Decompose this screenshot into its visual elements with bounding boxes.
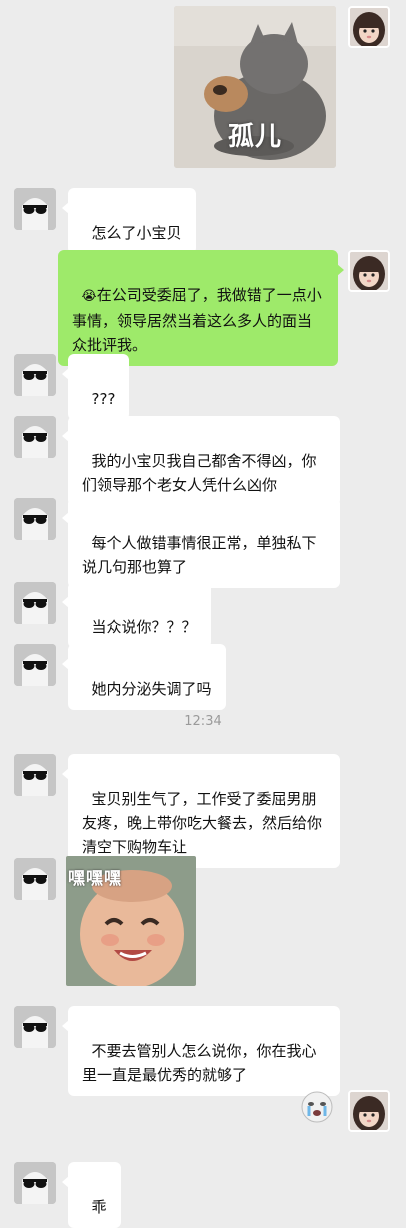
ghost-sunglasses-icon bbox=[14, 188, 56, 230]
ghost-sunglasses-icon bbox=[14, 354, 56, 396]
message-text: 在公司受委屈了，我做错了一点小事情，领导居然当着这么多人的面当众批评我。 bbox=[72, 286, 322, 354]
chat-timestamp: 12:34 bbox=[184, 714, 222, 729]
message-bubble[interactable]: 她内分泌失调了吗 bbox=[62, 644, 226, 710]
ghost-sunglasses-avatar[interactable] bbox=[14, 754, 56, 796]
message-bubble[interactable]: ??? bbox=[61, 354, 130, 420]
girl-avatar-icon bbox=[350, 252, 388, 290]
ghost-sunglasses-avatar[interactable] bbox=[14, 858, 56, 900]
message-text: 不要去管别人怎么说你，你在我心里一直是最优秀的就够了 bbox=[82, 1042, 317, 1084]
crying-face-sticker-icon bbox=[301, 1091, 333, 1123]
message-bubble[interactable]: 宝贝别生气了，工作受了委屈男朋友疼，晚上带你吃大餐去，然后给你清空下购物车让 bbox=[62, 754, 340, 868]
small-sticker-image[interactable] bbox=[300, 1090, 334, 1124]
ghost-sunglasses-icon bbox=[14, 644, 56, 686]
message-text: 我的小宝贝我自己都舍不得凶，你们领导那个老女人凭什么凶你 bbox=[82, 452, 317, 494]
message-text: 乖 bbox=[91, 1198, 107, 1216]
ghost-sunglasses-icon bbox=[14, 416, 56, 458]
message-bubble[interactable]: 当众说你？？？ bbox=[62, 582, 211, 648]
girl-avatar-icon bbox=[350, 1092, 388, 1130]
girl-avatar-icon bbox=[350, 8, 388, 46]
ghost-sunglasses-icon bbox=[14, 1006, 56, 1048]
ghost-sunglasses-avatar[interactable] bbox=[14, 644, 56, 686]
cat-sticker-image[interactable]: 孤儿 bbox=[174, 6, 336, 168]
girl-avatar[interactable] bbox=[348, 250, 390, 292]
message-text: 她内分泌失调了吗 bbox=[91, 680, 212, 698]
message-text: 每个人做错事情很正常，单独私下说几句那也算了 bbox=[82, 534, 317, 576]
message-bubble[interactable]: 乖 bbox=[62, 1162, 121, 1228]
message-bubble[interactable]: 我的小宝贝我自己都舍不得凶，你们领导那个老女人凭什么凶你 bbox=[62, 416, 340, 506]
ghost-sunglasses-icon bbox=[14, 582, 56, 624]
ghost-sunglasses-avatar[interactable] bbox=[14, 188, 56, 230]
message-bubble[interactable]: 每个人做错事情很正常，单独私下说几句那也算了 bbox=[62, 498, 340, 588]
message-row-sticker-cat: 孤儿 bbox=[0, 0, 406, 170]
ghost-sunglasses-icon bbox=[14, 1162, 56, 1204]
message-text: 宝贝别生气了，工作受了委屈男朋友疼，晚上带你吃大餐去，然后给你清空下购物车让 bbox=[82, 790, 323, 856]
ghost-sunglasses-avatar[interactable] bbox=[14, 498, 56, 540]
ghost-sunglasses-avatar[interactable] bbox=[14, 416, 56, 458]
ghost-sunglasses-avatar[interactable] bbox=[14, 1006, 56, 1048]
sticker-caption: 孤儿 bbox=[227, 122, 282, 152]
message-bubble[interactable]: 怎么了小宝贝 bbox=[62, 188, 196, 254]
message-text: ??? bbox=[91, 390, 116, 408]
ghost-sunglasses-icon bbox=[14, 858, 56, 900]
ghost-sunglasses-avatar[interactable] bbox=[14, 582, 56, 624]
message-text: 当众说你？？？ bbox=[91, 618, 197, 636]
crying-emoji-icon: 😭 bbox=[81, 289, 97, 304]
ghost-sunglasses-icon bbox=[14, 498, 56, 540]
message-text: 怎么了小宝贝 bbox=[91, 224, 182, 242]
sticker-caption: 嘿嘿嘿 bbox=[68, 869, 122, 889]
message-bubble-self[interactable]: 😭在公司受委屈了，我做错了一点小事情，领导居然当着这么多人的面当众批评我。 bbox=[58, 250, 344, 366]
ghost-sunglasses-avatar[interactable] bbox=[14, 354, 56, 396]
baby-sticker-image[interactable]: 嘿嘿嘿 bbox=[66, 856, 196, 986]
ghost-sunglasses-icon bbox=[14, 754, 56, 796]
message-bubble[interactable]: 不要去管别人怎么说你，你在我心里一直是最优秀的就够了 bbox=[62, 1006, 340, 1096]
girl-avatar[interactable] bbox=[348, 6, 390, 48]
girl-avatar[interactable] bbox=[348, 1090, 390, 1132]
ghost-sunglasses-avatar[interactable] bbox=[14, 1162, 56, 1204]
